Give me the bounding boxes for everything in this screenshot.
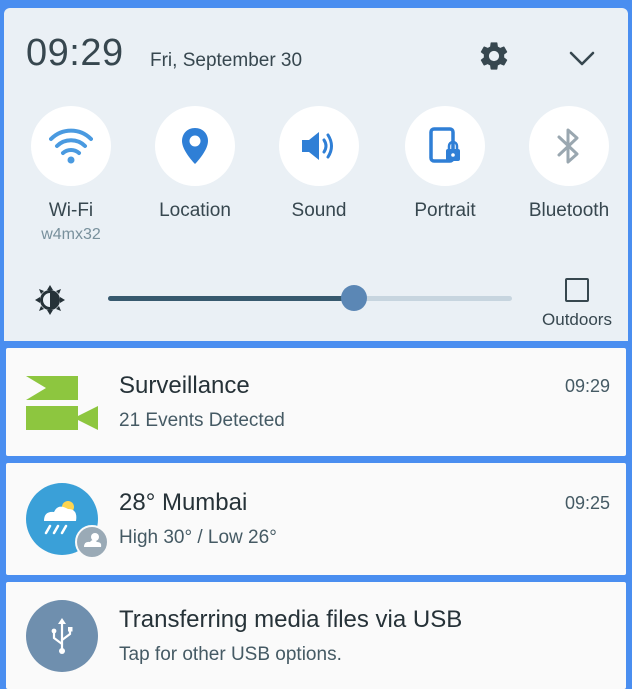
tile-portrait-label: Portrait bbox=[414, 200, 476, 221]
notification-surveillance[interactable]: Surveillance 21 Events Detected 09:29 bbox=[6, 348, 626, 456]
notification-time: 09:25 bbox=[564, 493, 610, 513]
tile-wifi-label: Wi-Fi bbox=[48, 200, 94, 221]
tile-wifi[interactable]: Wi-Fi w4mx32 bbox=[16, 106, 126, 244]
tile-wifi-network: w4mx32 bbox=[41, 226, 101, 243]
settings-gear-icon[interactable] bbox=[476, 38, 512, 74]
quick-settings-panel: 09:29 Fri, September 30 Wi-Fi w4mx32 Loc… bbox=[4, 8, 628, 341]
tile-sound[interactable]: Sound bbox=[264, 106, 374, 222]
notification-weather[interactable]: 28° Mumbai High 30° / Low 26° 09:25 bbox=[6, 463, 626, 575]
weather-icon bbox=[26, 483, 112, 566]
collapse-chevron-icon[interactable] bbox=[564, 40, 600, 76]
bluetooth-icon bbox=[529, 106, 609, 186]
brightness-slider-thumb[interactable] bbox=[341, 285, 368, 311]
notification-usb[interactable]: Transferring media files via USB Tap for… bbox=[6, 582, 626, 689]
tile-sound-label: Sound bbox=[291, 200, 347, 221]
notification-title: Surveillance bbox=[119, 372, 250, 399]
tile-location-label: Location bbox=[159, 200, 231, 221]
clock: 09:29 bbox=[26, 32, 124, 74]
notification-text: Tap for other USB options. bbox=[119, 644, 342, 665]
surveillance-camera-icon bbox=[26, 376, 98, 435]
tile-location[interactable]: Location bbox=[140, 106, 250, 222]
outdoors-label: Outdoors bbox=[542, 310, 612, 329]
tile-portrait[interactable]: Portrait bbox=[390, 106, 500, 222]
wifi-icon bbox=[31, 106, 111, 186]
brightness-icon bbox=[34, 284, 66, 316]
usb-icon bbox=[26, 600, 98, 677]
tile-bluetooth[interactable]: Bluetooth bbox=[514, 106, 624, 222]
tile-bluetooth-label: Bluetooth bbox=[528, 200, 610, 221]
outdoors-checkbox[interactable] bbox=[565, 278, 589, 302]
brightness-slider-fill bbox=[108, 296, 355, 301]
notification-text: 21 Events Detected bbox=[119, 410, 285, 431]
notification-title: 28° Mumbai bbox=[119, 489, 248, 516]
outdoors-toggle[interactable]: Outdoors bbox=[532, 278, 622, 330]
notification-text: High 30° / Low 26° bbox=[119, 527, 277, 548]
brightness-slider[interactable] bbox=[108, 285, 512, 311]
portrait-lock-icon bbox=[405, 106, 485, 186]
date: Fri, September 30 bbox=[150, 50, 303, 71]
notification-title: Transferring media files via USB bbox=[119, 606, 463, 633]
location-pin-icon bbox=[155, 106, 235, 186]
notification-time: 09:29 bbox=[564, 376, 610, 396]
speaker-icon bbox=[279, 106, 359, 186]
